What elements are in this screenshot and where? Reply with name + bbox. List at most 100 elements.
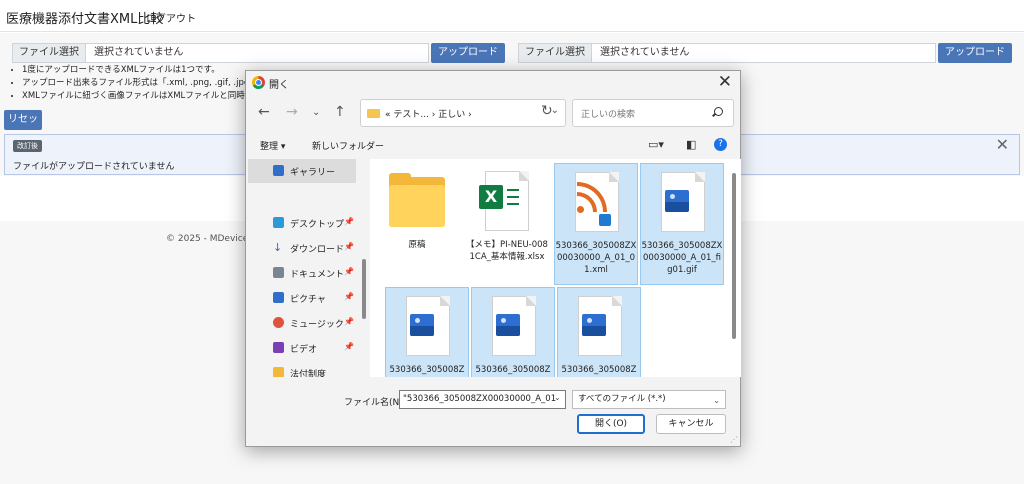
file-name: 原稿 (408, 240, 426, 250)
nav-label: ピクチャ (290, 295, 326, 305)
nav-label: ダウンロード (290, 245, 345, 255)
file-select-button-left[interactable]: ファイル選択 (12, 43, 86, 63)
file-name: 530366_305008Z (475, 365, 551, 375)
file-item[interactable]: 原稿 (375, 163, 459, 285)
up-arrow-icon[interactable]: ↑ (334, 104, 346, 120)
xml-file-icon (569, 172, 625, 236)
organize-menu[interactable]: 整理 ▾ (260, 139, 285, 152)
upload-button-right[interactable]: アップロード (938, 43, 1012, 63)
address-bar[interactable]: « テスト... › 正しい › ⌄ (360, 99, 566, 127)
pin-icon: 📌 (344, 342, 354, 351)
nav-label: ミュージック (290, 320, 344, 330)
pin-icon: 📌 (344, 317, 354, 326)
file-status-right[interactable]: 選択されていません (592, 43, 936, 63)
file-item[interactable]: 530366_305008ZX00030000_A_01_01.xml (554, 163, 638, 285)
nav-label: デスクトップ (290, 220, 345, 230)
video-icon (273, 342, 284, 353)
help-icon[interactable]: ? (714, 138, 727, 151)
chevron-down-icon: ⌄ (713, 396, 720, 405)
file-select-button-right[interactable]: ファイル選択 (518, 43, 592, 63)
resize-grip-icon[interactable]: ⋰ (730, 435, 738, 444)
nav-item-documents[interactable]: ドキュメント 📌 (248, 261, 356, 285)
nav-item-music[interactable]: ミュージック 📌 (248, 311, 356, 335)
close-icon[interactable]: ✕ (996, 135, 1009, 154)
navigation-row: ← → ⌄ ↑ « テスト... › 正しい › ⌄ ↻ 正しいの検索 (246, 99, 740, 129)
folder-icon (367, 109, 380, 118)
address-path[interactable]: « テスト... › 正しい › (385, 107, 472, 120)
nav-item-folder[interactable]: 法付制度 (248, 361, 356, 377)
command-bar: 整理 ▾ 新しいフォルダー ▭▾ ◧ ? (246, 135, 740, 157)
search-icon[interactable] (714, 107, 723, 116)
file-item[interactable]: 530366_305008Z (385, 287, 469, 377)
file-item[interactable]: 530366_305008ZX00030000_A_01_fig01.gif (640, 163, 724, 285)
pin-icon: 📌 (344, 242, 354, 251)
filetype-value: すべてのファイル (*.*) (578, 394, 666, 404)
forward-arrow-icon[interactable]: → (286, 104, 298, 120)
nav-item-gallery[interactable]: ギャラリー (248, 159, 356, 183)
file-open-dialog: 開く ✕ ← → ⌄ ↑ « テスト... › 正しい › ⌄ ↻ 正しいの検索… (245, 70, 741, 447)
open-button[interactable]: 開く(O) (577, 414, 645, 434)
file-item[interactable]: X 【メモ】PI-NEU-0081CA_基本情報.xlsx (465, 163, 549, 285)
pictures-icon (273, 292, 284, 303)
file-status-left[interactable]: 選択されていません (86, 43, 429, 63)
nav-item-pictures[interactable]: ピクチャ 📌 (248, 286, 356, 310)
document-icon (273, 267, 284, 278)
back-arrow-icon[interactable]: ← (258, 104, 270, 120)
status-badge: 改訂後 (13, 140, 42, 152)
nav-item-videos[interactable]: ビデオ 📌 (248, 336, 356, 360)
search-placeholder: 正しいの検索 (581, 110, 636, 120)
refresh-icon[interactable]: ↻ (541, 103, 553, 119)
upload-button-left[interactable]: アップロード (431, 43, 505, 63)
chevron-down-icon[interactable]: ⌄ (554, 393, 561, 402)
nav-label: 法付制度 (290, 370, 327, 377)
chevron-down-icon[interactable]: ⌄ (312, 107, 320, 118)
navpane-scrollbar[interactable] (362, 259, 366, 319)
excel-icon: X (479, 171, 535, 235)
music-icon (273, 317, 284, 328)
image-file-icon (655, 172, 711, 236)
file-name: 530366_305008Z (389, 365, 465, 375)
file-item[interactable]: 530366_305008Z (471, 287, 555, 377)
upload-left: ファイル選択 選択されていません アップロード (12, 43, 505, 63)
pin-icon: 📌 (344, 292, 354, 301)
nav-item-downloads[interactable]: ↓ ダウンロード 📌 (248, 236, 356, 260)
gallery-icon (273, 165, 284, 176)
filename-label: ファイル名(N): (344, 398, 406, 408)
pin-icon: 📌 (344, 217, 354, 226)
result-message: ファイルがアップロードされていません (13, 162, 175, 172)
logout-link[interactable]: ログアウト (146, 10, 196, 25)
cancel-button[interactable]: キャンセル (656, 414, 726, 434)
file-name: 【メモ】PI-NEU-0081CA_基本情報.xlsx (466, 240, 548, 262)
app-title[interactable]: 医療機器添付文書XML比較 (6, 8, 163, 27)
pin-icon: 📌 (344, 267, 354, 276)
navbar: 医療機器添付文書XML比較 ログアウト (0, 0, 1024, 32)
file-list-scrollbar[interactable] (732, 173, 736, 339)
new-folder-button[interactable]: 新しいフォルダー (312, 139, 384, 152)
preview-pane-icon[interactable]: ◧ (686, 138, 696, 151)
reset-button[interactable]: リセット (4, 110, 42, 145)
file-list: 原稿 X 【メモ】PI-NEU-0081CA_基本情報.xlsx 530366_… (370, 159, 741, 377)
dialog-title: 開く (269, 80, 289, 91)
close-icon[interactable]: ✕ (718, 72, 732, 92)
filetype-select[interactable]: すべてのファイル (*.*) ⌄ (572, 390, 726, 409)
search-input[interactable]: 正しいの検索 (572, 99, 734, 127)
image-file-icon (572, 296, 628, 360)
file-name: 530366_305008Z (561, 365, 637, 375)
desktop-icon (273, 217, 284, 228)
folder-icon (273, 367, 284, 377)
file-item[interactable]: 530366_305008Z (557, 287, 641, 377)
nav-label: ギャラリー (290, 168, 336, 178)
filename-input[interactable]: "530366_305008ZX00030000_A_01 (399, 390, 566, 409)
nav-item-desktop[interactable]: デスクトップ 📌 (248, 211, 356, 235)
chrome-icon (252, 76, 265, 89)
dialog-titlebar: 開く ✕ (246, 71, 740, 95)
image-file-icon (486, 296, 542, 360)
file-name: 530366_305008ZX00030000_A_01_01.xml (555, 241, 637, 275)
navigation-pane: ギャラリー デスクトップ 📌 ↓ ダウンロード 📌 ドキュメント 📌 ピクチャ … (246, 159, 368, 377)
nav-label: ビデオ (290, 345, 318, 355)
folder-icon (389, 171, 445, 235)
view-options-icon[interactable]: ▭▾ (648, 138, 664, 151)
upload-right: ファイル選択 選択されていません アップロード (518, 43, 1012, 63)
nav-label: ドキュメント (290, 270, 345, 280)
file-name: 530366_305008ZX00030000_A_01_fig01.gif (641, 241, 723, 275)
